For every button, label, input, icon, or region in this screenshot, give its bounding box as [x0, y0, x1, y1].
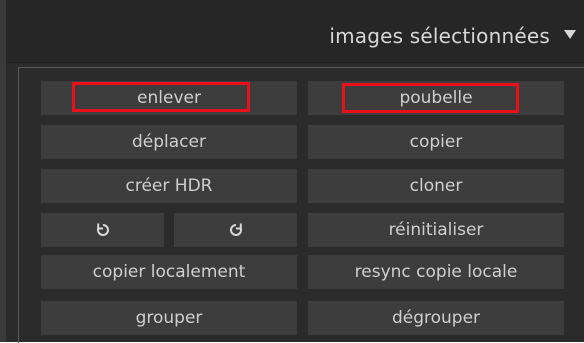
resync-local-copy-button[interactable]: resync copie locale [308, 255, 564, 289]
copy-locally-button-label: copier localement [92, 262, 246, 282]
ungroup-button-label: dégrouper [391, 308, 481, 328]
group-button-label: grouper [135, 308, 203, 328]
remove-button-label: enlever [137, 88, 201, 108]
panel-header[interactable]: images sélectionnées [6, 0, 584, 63]
group-button[interactable]: grouper [41, 301, 297, 335]
rotate-clockwise-icon [229, 223, 242, 236]
rotate-counterclockwise-button[interactable] [41, 213, 164, 247]
trash-button-label: poubelle [399, 88, 473, 108]
copy-locally-button[interactable]: copier localement [41, 255, 297, 289]
rotate-clockwise-button[interactable] [174, 213, 297, 247]
resync-local-copy-button-label: resync copie locale [354, 262, 518, 282]
copy-button-label: copier [409, 132, 463, 152]
move-button-label: déplacer [132, 132, 206, 152]
create-hdr-button[interactable]: créer HDR [41, 169, 297, 203]
move-button[interactable]: déplacer [41, 125, 297, 159]
trash-button[interactable]: poubelle [308, 81, 564, 115]
duplicate-button-label: cloner [409, 176, 463, 196]
reset-button[interactable]: réinitialiser [308, 213, 564, 247]
copy-button[interactable]: copier [308, 125, 564, 159]
ungroup-button[interactable]: dégrouper [308, 301, 564, 335]
triangle-down-icon[interactable] [564, 30, 576, 39]
duplicate-button[interactable]: cloner [308, 169, 564, 203]
reset-button-label: réinitialiser [388, 220, 484, 240]
rotate-counterclockwise-icon [96, 223, 109, 236]
remove-button[interactable]: enlever [41, 81, 297, 115]
panel-title[interactable]: images sélectionnées [329, 24, 550, 48]
create-hdr-button-label: créer HDR [125, 176, 213, 196]
selected-images-panel: images sélectionnées enlever poubelle dé… [0, 0, 584, 343]
